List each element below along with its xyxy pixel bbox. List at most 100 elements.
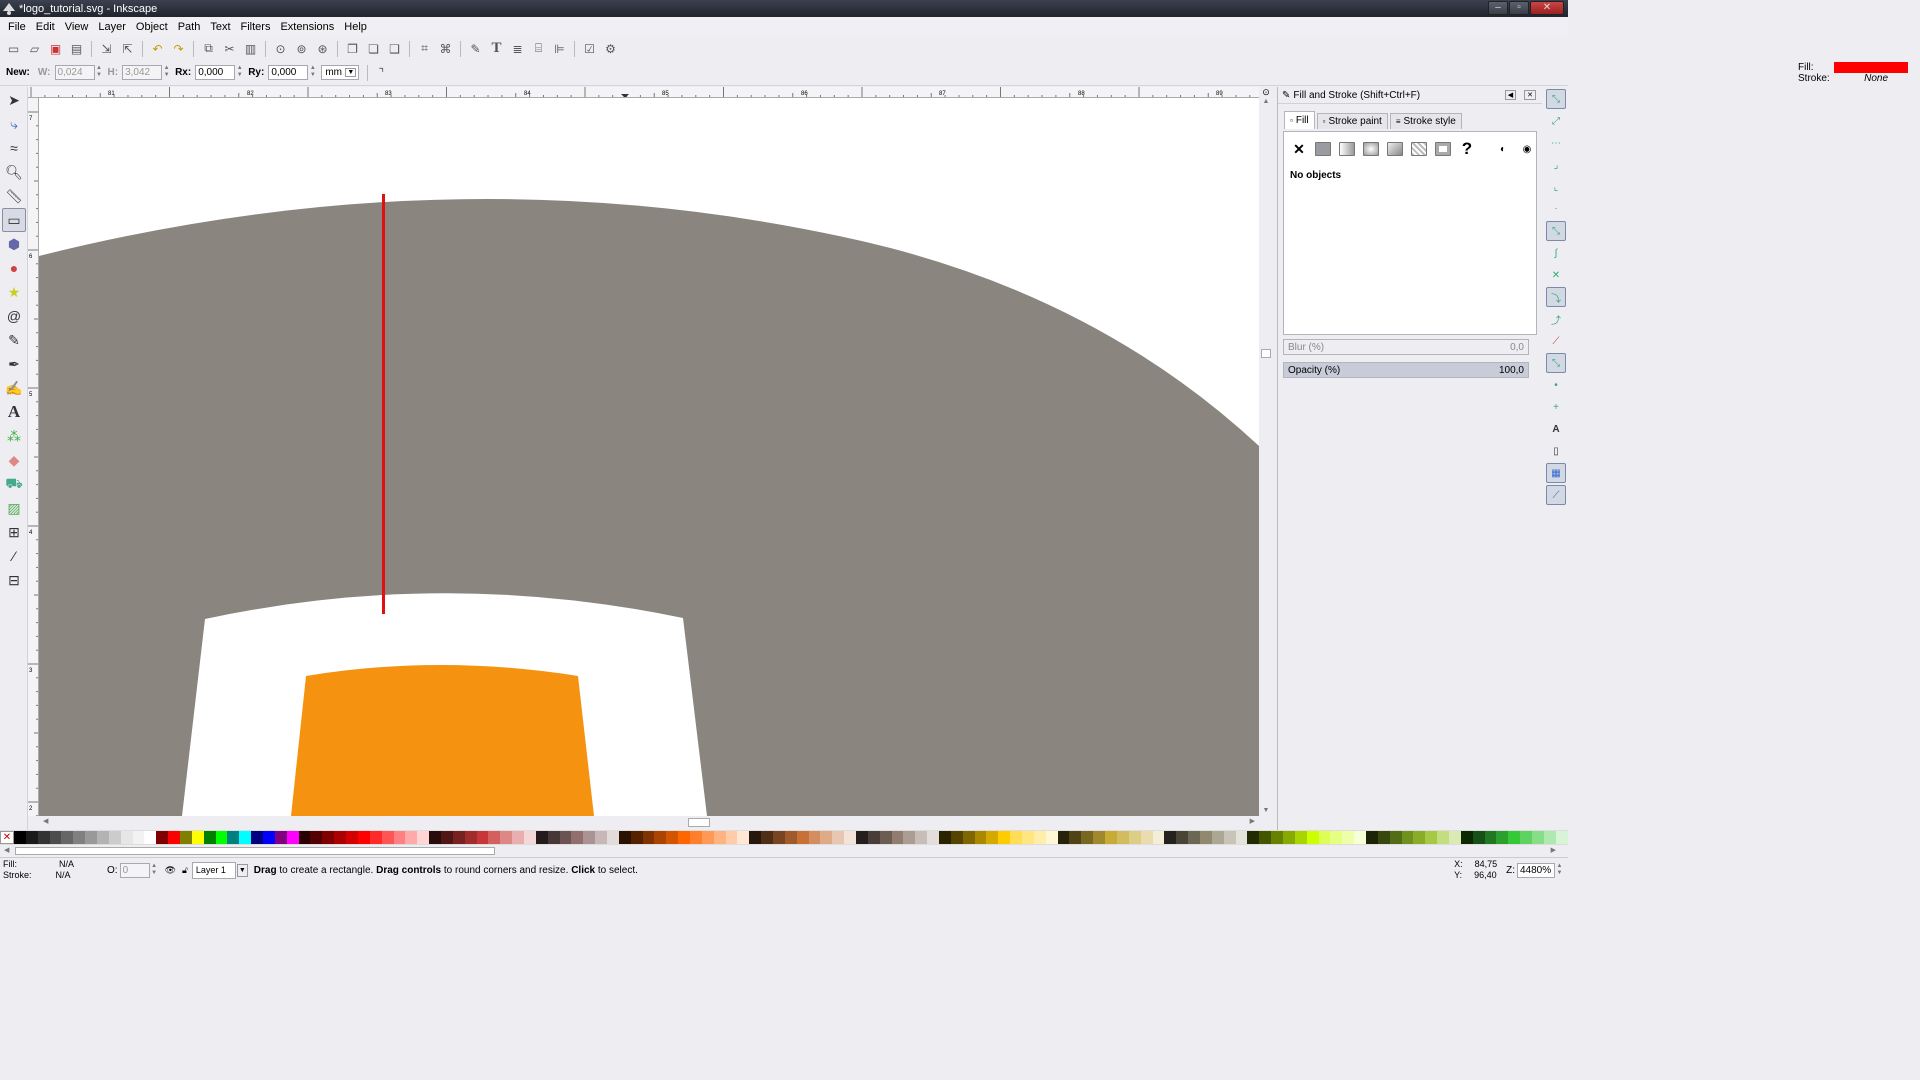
palette-swatch[interactable] bbox=[1069, 831, 1082, 844]
palette-swatch[interactable] bbox=[61, 831, 74, 844]
palette-swatch[interactable] bbox=[784, 831, 797, 844]
new-document-icon[interactable]: ▭ bbox=[3, 38, 24, 59]
cut-icon[interactable]: ✂ bbox=[219, 38, 240, 59]
no-color-swatch[interactable]: ✕ bbox=[0, 831, 14, 844]
palette-swatch[interactable] bbox=[642, 831, 655, 844]
clone-icon[interactable]: ❏ bbox=[363, 38, 384, 59]
palette-swatch[interactable] bbox=[1496, 831, 1509, 844]
flat-color-icon[interactable] bbox=[1314, 140, 1332, 158]
opacity-slider[interactable]: Opacity (%) 100,0 bbox=[1283, 362, 1529, 378]
horizontal-scroll-thumb[interactable] bbox=[688, 818, 710, 827]
palette-swatch[interactable] bbox=[962, 831, 975, 844]
palette-swatch[interactable] bbox=[1057, 831, 1070, 844]
snap-page-border-icon[interactable]: ▯ bbox=[1546, 441, 1566, 461]
layer-lock-icon[interactable]: 🔓︎ bbox=[182, 865, 188, 876]
palette-swatch[interactable] bbox=[701, 831, 714, 844]
status-stroke-value[interactable]: N/A bbox=[56, 870, 71, 880]
palette-swatch[interactable] bbox=[464, 831, 477, 844]
import-icon[interactable]: ⇲ bbox=[96, 38, 117, 59]
palette-swatch[interactable] bbox=[856, 831, 868, 844]
menu-path[interactable]: Path bbox=[173, 21, 206, 33]
tweak-tool-icon[interactable]: ≈ bbox=[2, 136, 26, 160]
zoom-drawing-icon[interactable]: ⊚ bbox=[291, 38, 312, 59]
palette-swatch[interactable] bbox=[796, 831, 809, 844]
layer-dropdown-icon[interactable]: ▼ bbox=[236, 863, 248, 877]
vertical-ruler[interactable]: 7 6 5 4 3 2 bbox=[28, 98, 39, 816]
palette-swatch[interactable] bbox=[1164, 831, 1177, 844]
palette-swatch[interactable] bbox=[832, 831, 845, 844]
palette-swatch[interactable] bbox=[73, 831, 86, 844]
fill-rule-evenodd-icon[interactable]: ◐ bbox=[1494, 140, 1512, 158]
snap-bbox-corner-icon[interactable]: ⌟ bbox=[1546, 155, 1566, 175]
palette-swatch[interactable] bbox=[713, 831, 726, 844]
status-opacity-field[interactable]: 0 bbox=[119, 862, 150, 878]
palette-swatch[interactable] bbox=[215, 831, 228, 844]
palette-swatch[interactable] bbox=[286, 831, 299, 844]
ry-field[interactable]: 0,000 bbox=[268, 65, 309, 80]
palette-swatch[interactable] bbox=[1377, 831, 1390, 844]
palette-swatch[interactable] bbox=[654, 831, 667, 844]
palette-swatch[interactable] bbox=[1271, 831, 1283, 844]
palette-swatch[interactable] bbox=[571, 831, 584, 844]
fill-indicator-swatch[interactable] bbox=[1834, 62, 1908, 73]
palette-swatch[interactable] bbox=[476, 831, 489, 844]
palette-swatch[interactable] bbox=[369, 831, 382, 844]
fill-stroke-dialog-icon[interactable]: ✎ bbox=[465, 38, 486, 59]
palette-swatch[interactable] bbox=[998, 831, 1011, 844]
palette-swatch[interactable] bbox=[120, 831, 133, 844]
palette-swatch[interactable] bbox=[488, 831, 501, 844]
rx-field[interactable]: 0,000 bbox=[195, 65, 236, 80]
snap-smooth-nodes-icon[interactable]: ⤴ bbox=[1546, 309, 1566, 329]
snap-toggle-icon[interactable]: ⤡ bbox=[1546, 89, 1566, 109]
palette-swatch[interactable] bbox=[251, 831, 264, 844]
not-rounded-icon[interactable]: ⌝ bbox=[372, 62, 390, 83]
swatch-icon[interactable] bbox=[1434, 140, 1452, 158]
zoom-tool-icon[interactable]: 🔍︎ bbox=[2, 160, 26, 184]
spiral-tool-icon[interactable]: @ bbox=[2, 304, 26, 328]
palette-swatch[interactable] bbox=[606, 831, 619, 844]
palette-swatch[interactable] bbox=[1460, 831, 1473, 844]
3d-box-tool-icon[interactable]: ⬢ bbox=[2, 232, 26, 256]
palette-swatch[interactable] bbox=[310, 831, 323, 844]
palette-swatch[interactable] bbox=[1235, 831, 1248, 844]
scroll-down-arrow[interactable]: ▼ bbox=[1259, 807, 1273, 814]
palette-swatch[interactable] bbox=[263, 831, 275, 844]
palette-swatch[interactable] bbox=[1306, 831, 1319, 844]
palette-swatch[interactable] bbox=[132, 831, 145, 844]
palette-swatch[interactable] bbox=[1105, 831, 1117, 844]
palette-swatch[interactable] bbox=[535, 831, 548, 844]
palette-swatch[interactable] bbox=[239, 831, 252, 844]
xml-editor-icon[interactable]: ⌸ bbox=[528, 38, 549, 59]
redo-icon[interactable]: ↷ bbox=[168, 38, 189, 59]
palette-swatch[interactable] bbox=[974, 831, 987, 844]
zoom-spin-arrows[interactable]: ▲ ▼ bbox=[1555, 863, 1564, 878]
palette-swatch[interactable] bbox=[1152, 831, 1165, 844]
status-opacity-spin[interactable]: ▲ ▼ bbox=[150, 863, 159, 878]
scroll-right-arrow[interactable]: ▶ bbox=[1250, 817, 1255, 825]
unit-select[interactable]: mm ▼ bbox=[321, 65, 360, 80]
palette-swatch[interactable] bbox=[417, 831, 430, 844]
palette-swatch[interactable] bbox=[820, 831, 833, 844]
menu-layer[interactable]: Layer bbox=[93, 21, 131, 33]
palette-scroll-thumb[interactable] bbox=[15, 847, 495, 855]
print-icon[interactable]: ▤ bbox=[66, 38, 87, 59]
palette-swatch[interactable] bbox=[334, 831, 347, 844]
palette-swatch[interactable] bbox=[666, 831, 679, 844]
blur-slider[interactable]: Blur (%) 0,0 bbox=[1283, 339, 1529, 355]
snap-paths-icon[interactable]: ∫ bbox=[1546, 243, 1566, 263]
mesh-gradient-icon[interactable] bbox=[1386, 140, 1404, 158]
group-icon[interactable]: ⌗ bbox=[414, 38, 435, 59]
palette-swatch[interactable] bbox=[1401, 831, 1414, 844]
snap-rotation-center-icon[interactable]: + bbox=[1546, 397, 1566, 417]
paste-icon[interactable]: ▥ bbox=[240, 38, 261, 59]
copy-icon[interactable]: ⧉ bbox=[198, 38, 219, 59]
palette-swatch[interactable] bbox=[274, 831, 287, 844]
palette-swatch[interactable] bbox=[97, 831, 109, 844]
text-font-dialog-icon[interactable]: T bbox=[486, 38, 507, 59]
unlink-clone-icon[interactable]: ❑ bbox=[384, 38, 405, 59]
node-tool-icon[interactable]: ⤷ bbox=[2, 112, 26, 136]
palette-swatch[interactable] bbox=[1223, 831, 1236, 844]
palette-swatch[interactable] bbox=[1247, 831, 1260, 844]
palette-swatch[interactable] bbox=[1472, 831, 1485, 844]
palette-swatch[interactable] bbox=[1484, 831, 1497, 844]
